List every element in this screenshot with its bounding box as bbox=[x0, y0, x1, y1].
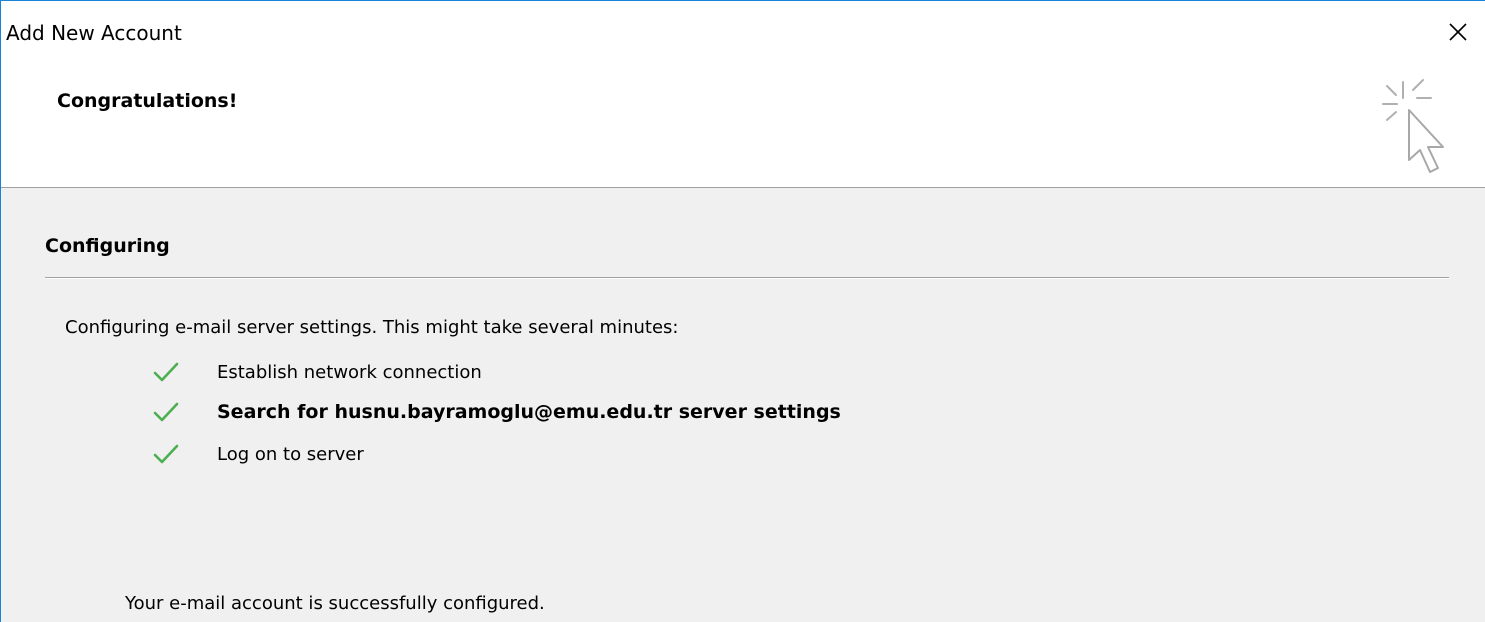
header-title: Congratulations! bbox=[57, 90, 238, 112]
step-label: Establish network connection bbox=[217, 361, 482, 383]
check-icon bbox=[153, 362, 179, 382]
intro-text: Configuring e-mail server settings. This… bbox=[65, 317, 679, 338]
section-divider bbox=[45, 277, 1449, 279]
close-icon bbox=[1449, 23, 1467, 41]
wizard-header: Congratulations! bbox=[1, 63, 1485, 188]
step-item: Search for husnu.bayramoglu@emu.edu.tr s… bbox=[153, 397, 841, 427]
window-title: Add New Account bbox=[6, 21, 182, 45]
add-account-dialog: Add New Account Congratulations! Configu… bbox=[0, 0, 1485, 622]
step-label: Log on to server bbox=[217, 443, 364, 465]
step-item: Log on to server bbox=[153, 439, 364, 469]
check-icon bbox=[153, 444, 179, 464]
title-bar: Add New Account bbox=[1, 1, 1485, 63]
check-icon bbox=[153, 402, 179, 422]
step-label: Search for husnu.bayramoglu@emu.edu.tr s… bbox=[217, 401, 841, 423]
section-title: Configuring bbox=[45, 235, 170, 257]
result-message: Your e-mail account is successfully conf… bbox=[125, 593, 545, 614]
close-button[interactable] bbox=[1441, 15, 1475, 49]
step-item: Establish network connection bbox=[153, 357, 482, 387]
wizard-sparkle-cursor-icon bbox=[1382, 79, 1444, 173]
